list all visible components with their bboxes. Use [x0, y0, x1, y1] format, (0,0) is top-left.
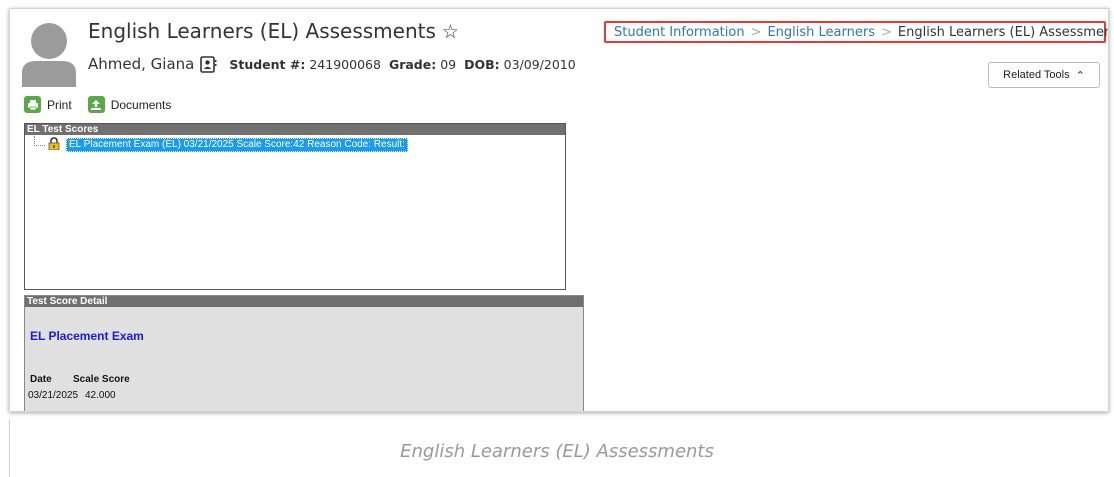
chevron-right-icon: >	[881, 24, 892, 40]
el-test-scores-panel: EL Test Scores EL Placement Exam (EL) 03…	[24, 123, 566, 290]
breadcrumb-student-information[interactable]: Student Information	[614, 25, 745, 40]
test-score-item[interactable]: EL Placement Exam (EL) 03/21/2025 Scale …	[66, 138, 408, 152]
breadcrumb: Student Information > English Learners >…	[604, 21, 1109, 43]
documents-label: Documents	[110, 97, 172, 112]
student-info: Ahmed, Giana Student #: 241900068 Grade:…	[88, 55, 576, 73]
figure-caption: English Learners (EL) Assessments	[400, 441, 714, 462]
chevron-up-icon: ⌃	[1075, 69, 1085, 82]
contact-card-icon[interactable]	[200, 55, 217, 73]
test-score-detail-header: Test Score Detail	[25, 296, 583, 307]
upload-icon	[87, 96, 105, 113]
student-name[interactable]: Ahmed, Giana	[88, 55, 194, 73]
breadcrumb-english-learners[interactable]: English Learners	[767, 25, 875, 40]
app-window: English Learners (EL) Assessments ☆ Ahmed…	[9, 8, 1109, 412]
el-test-scores-header: EL Test Scores	[25, 124, 565, 135]
exam-title: EL Placement Exam	[30, 329, 144, 343]
column-header-scale-score: Scale Score	[73, 374, 130, 385]
student-number: Student #: 241900068	[229, 56, 381, 72]
printer-icon	[24, 96, 41, 113]
cell-date: 03/21/2025	[28, 390, 79, 401]
page-title: English Learners (EL) Assessments	[88, 19, 436, 43]
page-title-row: English Learners (EL) Assessments ☆	[88, 19, 459, 43]
toolbar: Print Documents	[24, 96, 187, 113]
documents-button[interactable]: Documents	[87, 96, 172, 113]
chevron-right-icon: >	[750, 24, 762, 40]
breadcrumb-current: English Learners (EL) Assessments	[897, 24, 1109, 40]
print-label: Print	[47, 97, 72, 112]
student-dob: DOB: 03/09/2010	[464, 56, 576, 72]
lock-icon	[48, 137, 60, 150]
cell-scale-score: 42.000	[85, 390, 116, 401]
related-tools-label: Related Tools	[1003, 69, 1070, 81]
print-button[interactable]: Print	[24, 96, 72, 113]
tree-connector	[34, 136, 45, 146]
favorite-star-icon[interactable]: ☆	[442, 21, 459, 43]
student-grade: Grade: 09	[388, 56, 457, 72]
test-score-detail-panel: Test Score Detail EL Placement Exam Date…	[24, 295, 584, 411]
column-header-date: Date	[30, 374, 52, 385]
related-tools-button[interactable]: Related Tools ⌃	[988, 62, 1100, 88]
student-avatar	[22, 23, 76, 87]
